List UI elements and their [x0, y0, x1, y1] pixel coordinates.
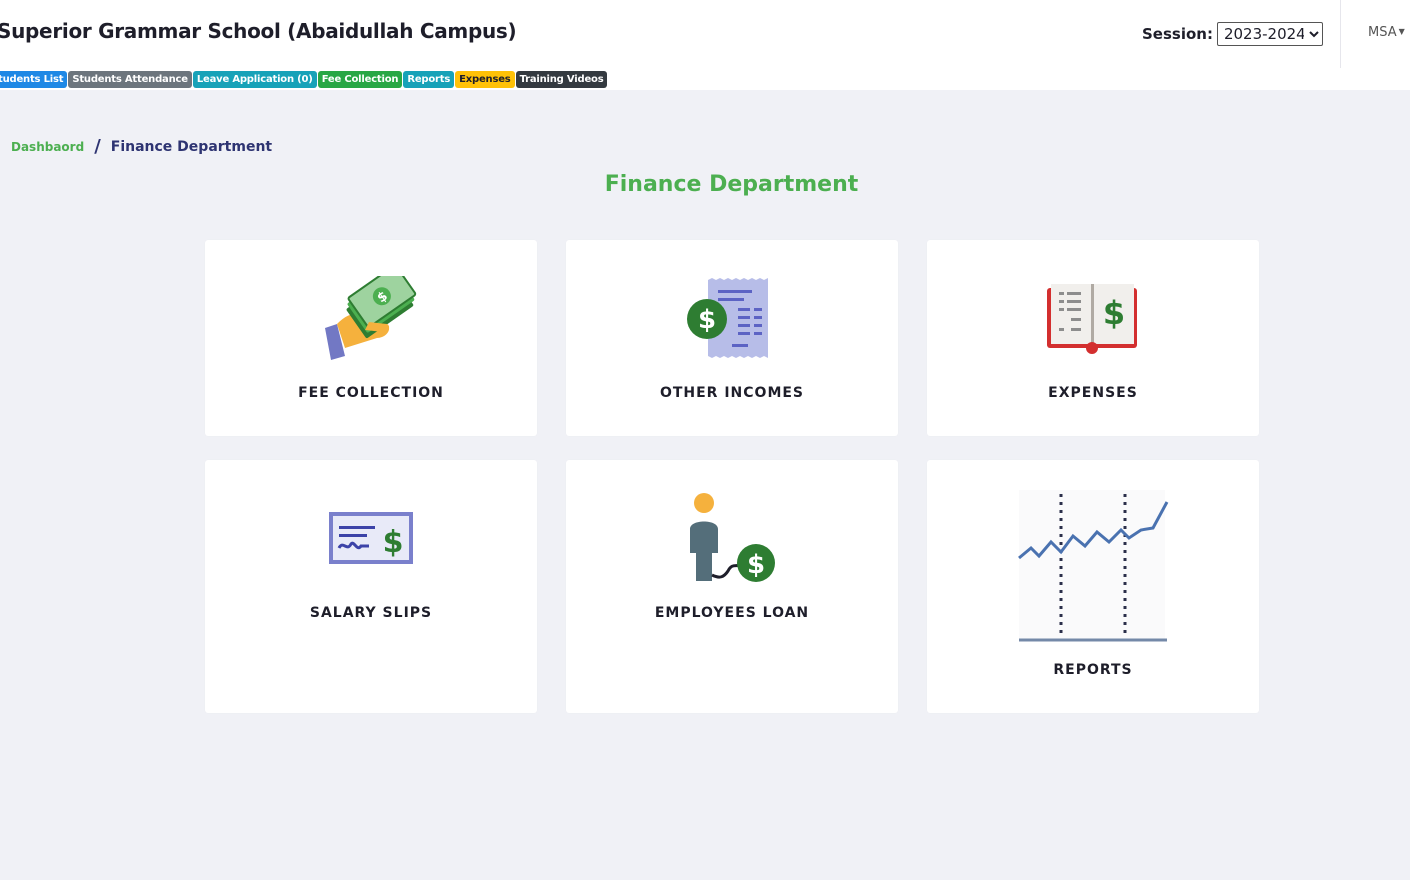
card-label: OTHER INCOMES: [659, 385, 805, 401]
session-selector: Session: 2023-2024: [1142, 22, 1323, 46]
line-chart-icon: [1018, 490, 1169, 642]
employees-loan-card[interactable]: $ EMPLOYEES LOAN: [566, 460, 898, 713]
card-label: EMPLOYEES LOAN: [654, 605, 810, 621]
svg-text:$: $: [383, 525, 404, 560]
quick-nav: tudents List Students Attendance Leave A…: [0, 71, 608, 88]
nav-expenses[interactable]: Expenses: [455, 71, 515, 88]
cheque-icon: $: [329, 512, 413, 564]
expenses-card[interactable]: $ EXPENSES: [927, 240, 1259, 436]
page-title: Finance Department: [604, 172, 859, 197]
nav-reports[interactable]: Reports: [403, 71, 455, 88]
reports-card[interactable]: REPORTS: [927, 460, 1259, 713]
breadcrumb-home-link[interactable]: Dashbaord: [11, 140, 84, 154]
cash-hand-icon: $: [325, 276, 417, 360]
card-label: SALARY SLIPS: [309, 605, 433, 621]
nav-leave-application[interactable]: Leave Application (0): [192, 71, 317, 88]
svg-text:$: $: [1103, 294, 1125, 332]
school-title: Superior Grammar School (Abaidullah Camp…: [0, 19, 517, 43]
receipt-dollar-icon: $: [687, 278, 768, 358]
caret-down-icon: ▼: [1398, 27, 1405, 36]
user-name: MSA: [1368, 25, 1397, 40]
salary-slips-card[interactable]: $ SALARY SLIPS: [205, 460, 537, 713]
ledger-book-icon: $: [1047, 284, 1137, 354]
breadcrumb: Dashbaord / Finance Department: [11, 136, 272, 157]
debt-person-icon: $: [690, 493, 775, 582]
card-label: REPORTS: [1053, 662, 1133, 678]
card-label: EXPENSES: [1048, 385, 1138, 401]
svg-text:$: $: [698, 305, 716, 335]
nav-fee-collection[interactable]: Fee Collection: [317, 71, 403, 88]
nav-students-list[interactable]: tudents List: [0, 71, 68, 88]
breadcrumb-separator: /: [94, 136, 101, 157]
nav-training-videos[interactable]: Training Videos: [515, 71, 608, 88]
svg-text:$: $: [747, 550, 765, 580]
top-header: Superior Grammar School (Abaidullah Camp…: [0, 0, 1410, 90]
other-incomes-card[interactable]: $ OTHER INCOMES: [566, 240, 898, 436]
fee-collection-card[interactable]: $ FEE COLLECTION: [205, 240, 537, 436]
header-divider: [1340, 0, 1341, 68]
nav-students-attendance[interactable]: Students Attendance: [68, 71, 192, 88]
card-label: FEE COLLECTION: [298, 385, 444, 401]
breadcrumb-current: Finance Department: [110, 138, 273, 155]
user-menu-toggle[interactable]: MSA ▼: [1368, 25, 1405, 40]
session-label: Session:: [1142, 25, 1213, 43]
session-select[interactable]: 2023-2024: [1216, 22, 1323, 46]
